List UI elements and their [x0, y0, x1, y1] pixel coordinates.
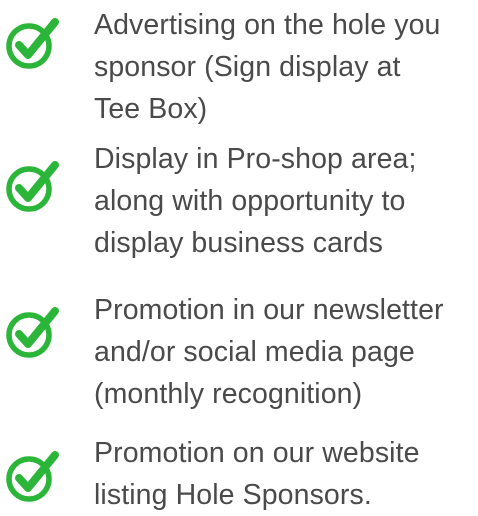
- check-circle-icon: [6, 307, 59, 358]
- benefit-text: Display in Pro-shop area; along with opp…: [94, 143, 417, 259]
- check-circle-icon: [6, 161, 59, 212]
- benefit-text: Promotion on our website listing Hole Sp…: [94, 437, 420, 511]
- benefit-text: Promotion in our newsletter and/or socia…: [94, 294, 444, 410]
- benefit-text: Advertising on the hole you sponsor (Sig…: [94, 9, 441, 125]
- benefit-list: Advertising on the hole you sponsor (Sig…: [0, 0, 478, 515]
- check-circle-icon: [6, 451, 59, 502]
- check-circle-icon: [6, 18, 59, 69]
